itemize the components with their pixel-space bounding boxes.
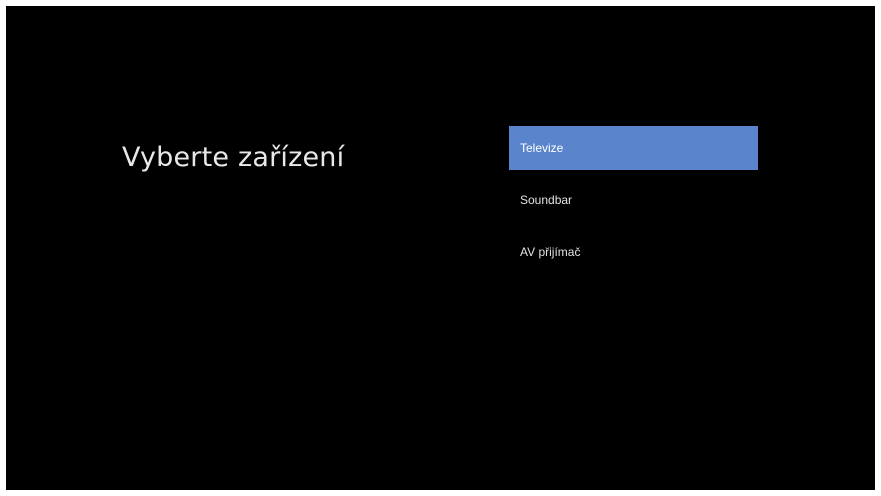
menu-item-label: AV přijímač: [520, 245, 581, 259]
tv-screen: Vyberte zařízení Televize Soundbar AV př…: [6, 6, 875, 490]
menu-item-av-receiver[interactable]: AV přijímač: [509, 230, 758, 274]
menu-item-soundbar[interactable]: Soundbar: [509, 178, 758, 222]
menu-item-label: Soundbar: [520, 193, 573, 207]
menu-item-label: Televize: [520, 141, 564, 155]
menu-item-televize[interactable]: Televize: [509, 126, 758, 170]
device-menu: Televize Soundbar AV přijímač: [509, 126, 758, 282]
page-title: Vyberte zařízení: [122, 142, 345, 173]
